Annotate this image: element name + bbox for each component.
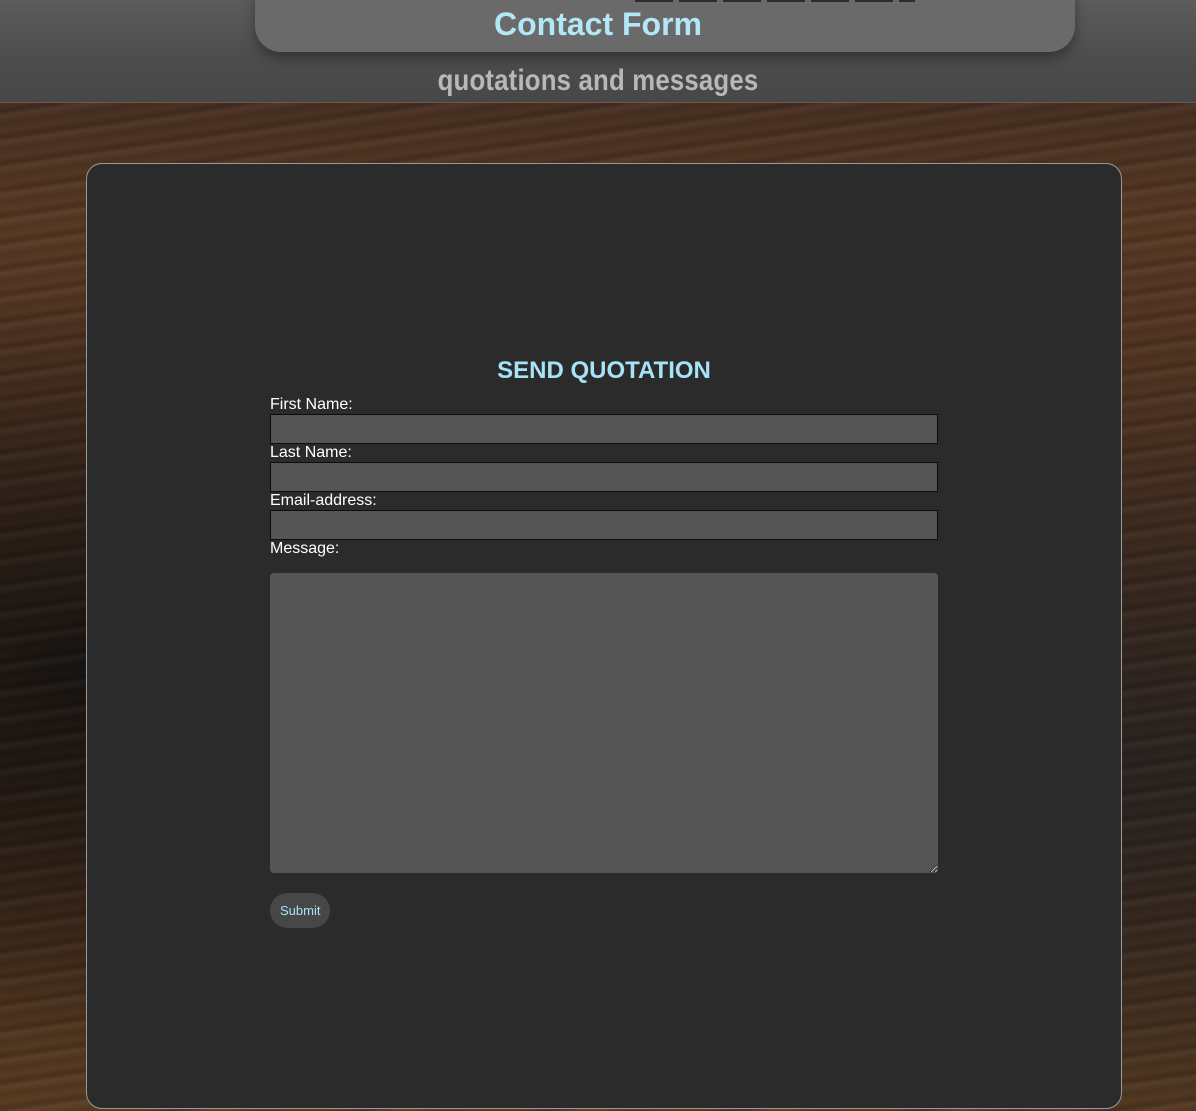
form-title: SEND QUOTATION (497, 357, 711, 384)
last-name-label: Last Name: (270, 444, 352, 461)
last-name-input[interactable] (270, 462, 938, 492)
form-panel: SEND QUOTATION First Name: Last Name: Em… (86, 163, 1122, 1109)
quotation-form: SEND QUOTATION First Name: Last Name: Em… (270, 356, 938, 928)
email-label: Email-address: (270, 492, 377, 509)
submit-button[interactable]: Submit (270, 893, 331, 928)
header-background-keyboard (635, 0, 915, 2)
first-name-input[interactable] (270, 414, 938, 444)
page-header: Contact Form quotations and messages (0, 0, 1196, 103)
page-title: Contact Form (494, 6, 702, 42)
email-input[interactable] (270, 510, 938, 540)
message-label: Message: (270, 540, 340, 557)
page-subtitle: quotations and messages (437, 64, 759, 97)
first-name-label: First Name: (270, 396, 353, 413)
message-textarea[interactable] (270, 573, 938, 873)
